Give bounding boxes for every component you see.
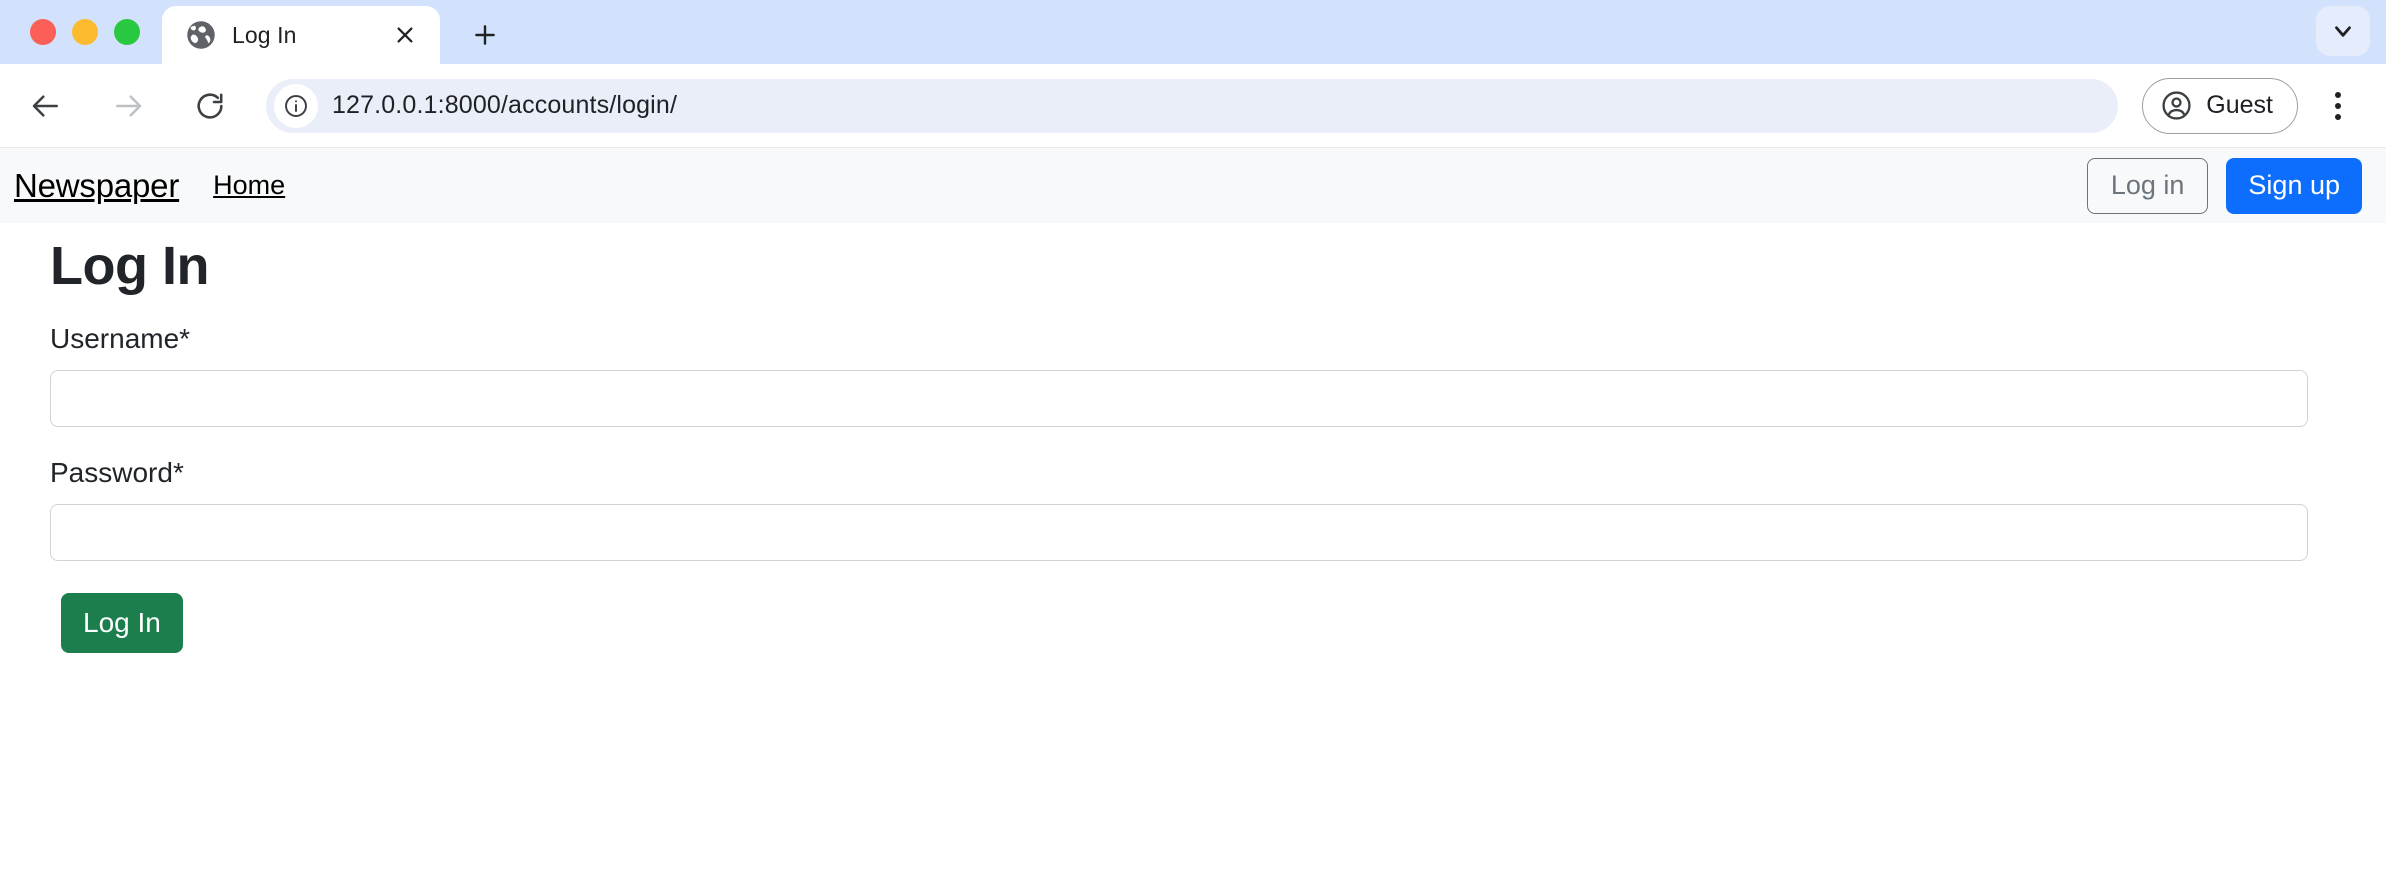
- password-field-group: Password*: [50, 457, 2308, 562]
- address-bar[interactable]: 127.0.0.1:8000/accounts/login/: [266, 78, 2119, 133]
- page-title: Log In: [50, 236, 209, 296]
- kebab-dot: [2335, 102, 2341, 109]
- address-bar-url: 127.0.0.1:8000/accounts/login/: [332, 91, 678, 119]
- browser-window: Log In 127.0.0.1:8000/accounts/login/ Gu…: [0, 0, 2386, 872]
- kebab-dot: [2335, 91, 2341, 98]
- profile-label: Guest: [2206, 91, 2273, 119]
- reload-button[interactable]: [182, 78, 238, 134]
- arrow-left-icon: [32, 94, 58, 117]
- browser-tab[interactable]: Log In: [162, 6, 440, 64]
- tab-search-button[interactable]: [2316, 6, 2370, 56]
- login-form-container: Log In Username* Password* Log In: [0, 223, 2386, 654]
- window-minimize-button[interactable]: [72, 19, 98, 45]
- globe-icon: [187, 21, 215, 49]
- window-maximize-button[interactable]: [114, 19, 140, 45]
- window-close-button[interactable]: [30, 19, 56, 45]
- submit-row: Log In: [50, 593, 2308, 654]
- browser-toolbar: 127.0.0.1:8000/accounts/login/ Guest: [0, 64, 2386, 148]
- password-input[interactable]: [50, 504, 2308, 562]
- username-label: Username*: [50, 323, 191, 355]
- window-controls: [0, 0, 162, 64]
- forward-button: [100, 78, 156, 134]
- new-tab-button[interactable]: [460, 10, 510, 60]
- password-label: Password*: [50, 457, 184, 489]
- account-circle-icon: [2162, 91, 2191, 120]
- username-input[interactable]: [50, 370, 2308, 428]
- page-viewport: Newspaper Home Log in Sign up Log In Use…: [0, 148, 2386, 872]
- site-navbar: Newspaper Home Log in Sign up: [0, 148, 2386, 223]
- navbar-login-button[interactable]: Log in: [2086, 157, 2209, 214]
- tab-close-icon[interactable]: [388, 18, 422, 52]
- nav-link-home[interactable]: Home: [213, 170, 285, 201]
- reload-icon: [197, 92, 223, 119]
- login-form: Username* Password* Log In: [50, 323, 2308, 654]
- site-info-icon[interactable]: [274, 83, 318, 128]
- navbar-signup-button[interactable]: Sign up: [2226, 157, 2362, 214]
- browser-menu-button[interactable]: [2312, 80, 2364, 132]
- tab-strip: Log In: [0, 0, 2386, 64]
- arrow-right-icon: [116, 94, 142, 117]
- chevron-down-icon: [2335, 26, 2351, 37]
- plus-icon: [475, 25, 495, 45]
- back-button[interactable]: [18, 78, 74, 134]
- navbar-brand[interactable]: Newspaper: [14, 167, 179, 205]
- kebab-dot: [2335, 113, 2341, 120]
- login-submit-button[interactable]: Log In: [61, 593, 183, 654]
- profile-button[interactable]: Guest: [2142, 77, 2298, 134]
- username-field-group: Username*: [50, 323, 2308, 428]
- tab-title: Log In: [232, 21, 297, 48]
